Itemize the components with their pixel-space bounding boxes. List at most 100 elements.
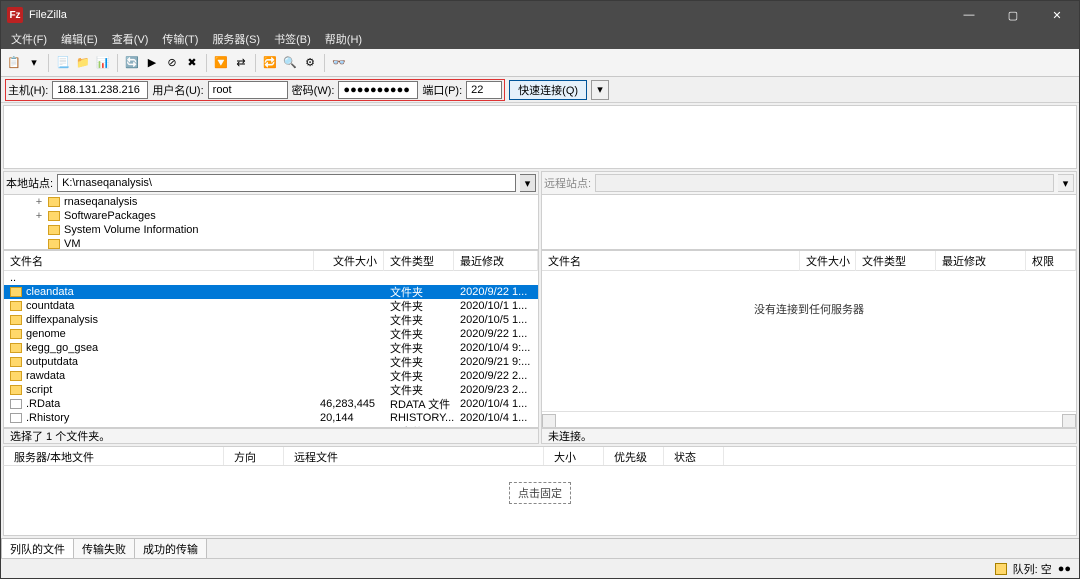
queue-header: 服务器/本地文件方向远程文件大小优先级状态 — [3, 446, 1077, 466]
toggle-queue-icon[interactable]: 📊 — [94, 54, 112, 72]
tree-row[interactable]: System Volume Information — [6, 223, 536, 237]
filter-icon[interactable]: 🔽 — [212, 54, 230, 72]
toggle-tree-icon[interactable]: 📁 — [74, 54, 92, 72]
statusbar: 队列: 空 ●● — [1, 558, 1079, 578]
binoculars-icon[interactable]: 👓 — [330, 54, 348, 72]
disconnect-icon[interactable]: ✖ — [183, 54, 201, 72]
port-input[interactable] — [466, 81, 502, 99]
local-status: 选择了 1 个文件夹。 — [3, 428, 539, 444]
menu-item[interactable]: 书签(B) — [268, 29, 317, 49]
remote-pane: 远程站点: ▾ 文件名 文件大小 文件类型 最近修改 权限 没有连接到任何服务器… — [541, 171, 1077, 444]
host-input[interactable] — [52, 81, 148, 99]
queue-col[interactable]: 方向 — [224, 447, 284, 465]
remote-empty-message: 没有连接到任何服务器 — [542, 271, 1076, 411]
menu-item[interactable]: 编辑(E) — [55, 29, 104, 49]
local-site-label: 本地站点: — [6, 175, 53, 191]
quickconnect-highlight: 主机(H): 用户名(U): 密码(W): 端口(P): — [5, 79, 505, 101]
file-row[interactable]: .. — [4, 271, 538, 285]
user-label: 用户名(U): — [152, 82, 203, 98]
local-filelist-header: 文件名 文件大小 文件类型 最近修改 — [4, 251, 538, 271]
user-input[interactable] — [208, 81, 288, 99]
file-row[interactable]: rawdata文件夹2020/9/22 2... — [4, 369, 538, 383]
menu-item[interactable]: 帮助(H) — [319, 29, 368, 49]
local-pane: 本地站点: ▾ +rnaseqanalysis+SoftwarePackages… — [3, 171, 539, 444]
menu-item[interactable]: 服务器(S) — [206, 29, 266, 49]
file-row[interactable]: outputdata文件夹2020/9/21 9:... — [4, 355, 538, 369]
queue-tab[interactable]: 传输失败 — [73, 538, 135, 560]
lock-icon — [995, 563, 1007, 575]
local-path-input[interactable] — [57, 174, 516, 192]
process-queue-icon[interactable]: ▶ — [143, 54, 161, 72]
quickconnect-button[interactable]: 快速连接(Q) — [509, 80, 587, 100]
tree-row[interactable]: +rnaseqanalysis — [6, 195, 536, 209]
search-icon[interactable]: 🔍 — [281, 54, 299, 72]
file-row[interactable]: script文件夹2020/9/23 2... — [4, 383, 538, 397]
local-site-row: 本地站点: ▾ — [3, 171, 539, 194]
bookmark-icon[interactable]: ⚙ — [301, 54, 319, 72]
tree-row[interactable]: +SoftwarePackages — [6, 209, 536, 223]
queue-col[interactable]: 优先级 — [604, 447, 664, 465]
cancel-icon[interactable]: ⊘ — [163, 54, 181, 72]
queue-body[interactable]: 点击固定 — [3, 466, 1077, 536]
sync-browse-icon[interactable]: 🔁 — [261, 54, 279, 72]
queue-col[interactable]: 状态 — [664, 447, 724, 465]
queue-col[interactable]: 大小 — [544, 447, 604, 465]
remote-status: 未连接。 — [541, 428, 1077, 444]
remote-tree — [541, 194, 1077, 250]
toggle-log-icon[interactable]: 📃 — [54, 54, 72, 72]
file-row[interactable]: countdata文件夹2020/10/1 1... — [4, 299, 538, 313]
remote-filelist-header: 文件名 文件大小 文件类型 最近修改 权限 — [542, 251, 1076, 271]
refresh-icon[interactable]: 🔄 — [123, 54, 141, 72]
close-button[interactable]: ✕ — [1035, 1, 1079, 29]
file-row[interactable]: cleandata文件夹2020/9/22 1... — [4, 285, 538, 299]
queue-tab[interactable]: 列队的文件 — [1, 538, 74, 560]
local-tree[interactable]: +rnaseqanalysis+SoftwarePackagesSystem V… — [3, 194, 539, 250]
rcol-size: 文件大小 — [800, 251, 856, 271]
tree-row[interactable]: VM — [6, 237, 536, 250]
maximize-button[interactable]: ▢ — [991, 1, 1035, 29]
quickconnect-history-dropdown[interactable]: ▾ — [591, 80, 609, 100]
dropdown-icon[interactable]: ▾ — [25, 54, 43, 72]
menubar: 文件(F)编辑(E)查看(V)传输(T)服务器(S)书签(B)帮助(H) — [1, 29, 1079, 49]
remote-site-label: 远程站点: — [544, 175, 591, 191]
remote-path-dropdown: ▾ — [1058, 174, 1074, 192]
local-path-dropdown[interactable]: ▾ — [520, 174, 536, 192]
pin-button[interactable]: 点击固定 — [509, 482, 571, 504]
site-manager-icon[interactable]: 📋 — [5, 54, 23, 72]
app-icon: Fz — [7, 7, 23, 23]
file-row[interactable]: .RData46,283,445RDATA 文件2020/10/4 1... — [4, 397, 538, 411]
quickconnect-bar: 主机(H): 用户名(U): 密码(W): 端口(P): 快速连接(Q) ▾ — [1, 77, 1079, 103]
menu-item[interactable]: 传输(T) — [156, 29, 204, 49]
col-size[interactable]: 文件大小 — [314, 251, 384, 271]
rcol-type: 文件类型 — [856, 251, 936, 271]
rcol-date: 最近修改 — [936, 251, 1026, 271]
remote-site-row: 远程站点: ▾ — [541, 171, 1077, 194]
app-window: Fz FileZilla — ▢ ✕ 文件(F)编辑(E)查看(V)传输(T)服… — [0, 0, 1080, 579]
col-date[interactable]: 最近修改 — [454, 251, 538, 271]
menu-item[interactable]: 文件(F) — [5, 29, 53, 49]
queue-tab[interactable]: 成功的传输 — [134, 538, 207, 560]
file-row[interactable]: .Rhistory20,144RHISTORY...2020/10/4 1... — [4, 411, 538, 425]
file-row[interactable]: genome文件夹2020/9/22 1... — [4, 327, 538, 341]
pass-input[interactable] — [338, 81, 418, 99]
window-title: FileZilla — [29, 9, 947, 21]
col-name[interactable]: 文件名 — [4, 251, 314, 271]
local-filelist[interactable]: 文件名 文件大小 文件类型 最近修改 ..cleandata文件夹2020/9/… — [3, 250, 539, 428]
file-row[interactable]: kegg_go_gsea文件夹2020/10/4 9:... — [4, 341, 538, 355]
compare-icon[interactable]: ⇄ — [232, 54, 250, 72]
remote-hscroll[interactable] — [542, 411, 1076, 427]
queue-status-text: 队列: 空 — [1013, 561, 1052, 577]
file-row[interactable]: diffexpanalysis文件夹2020/10/5 1... — [4, 313, 538, 327]
col-type[interactable]: 文件类型 — [384, 251, 454, 271]
queue-tabs: 列队的文件传输失败成功的传输 — [1, 538, 1079, 558]
file-row[interactable]: 001-preData.R1,803R 文件2020/10/1 1... — [4, 425, 538, 427]
titlebar: Fz FileZilla — ▢ ✕ — [1, 1, 1079, 29]
remote-filelist: 文件名 文件大小 文件类型 最近修改 权限 没有连接到任何服务器 — [541, 250, 1077, 428]
queue-col[interactable]: 服务器/本地文件 — [4, 447, 224, 465]
queue-col[interactable]: 远程文件 — [284, 447, 544, 465]
port-label: 端口(P): — [422, 82, 462, 98]
minimize-button[interactable]: — — [947, 1, 991, 29]
menu-item[interactable]: 查看(V) — [106, 29, 155, 49]
status-dots: ●● — [1058, 563, 1071, 575]
message-log[interactable] — [3, 105, 1077, 169]
